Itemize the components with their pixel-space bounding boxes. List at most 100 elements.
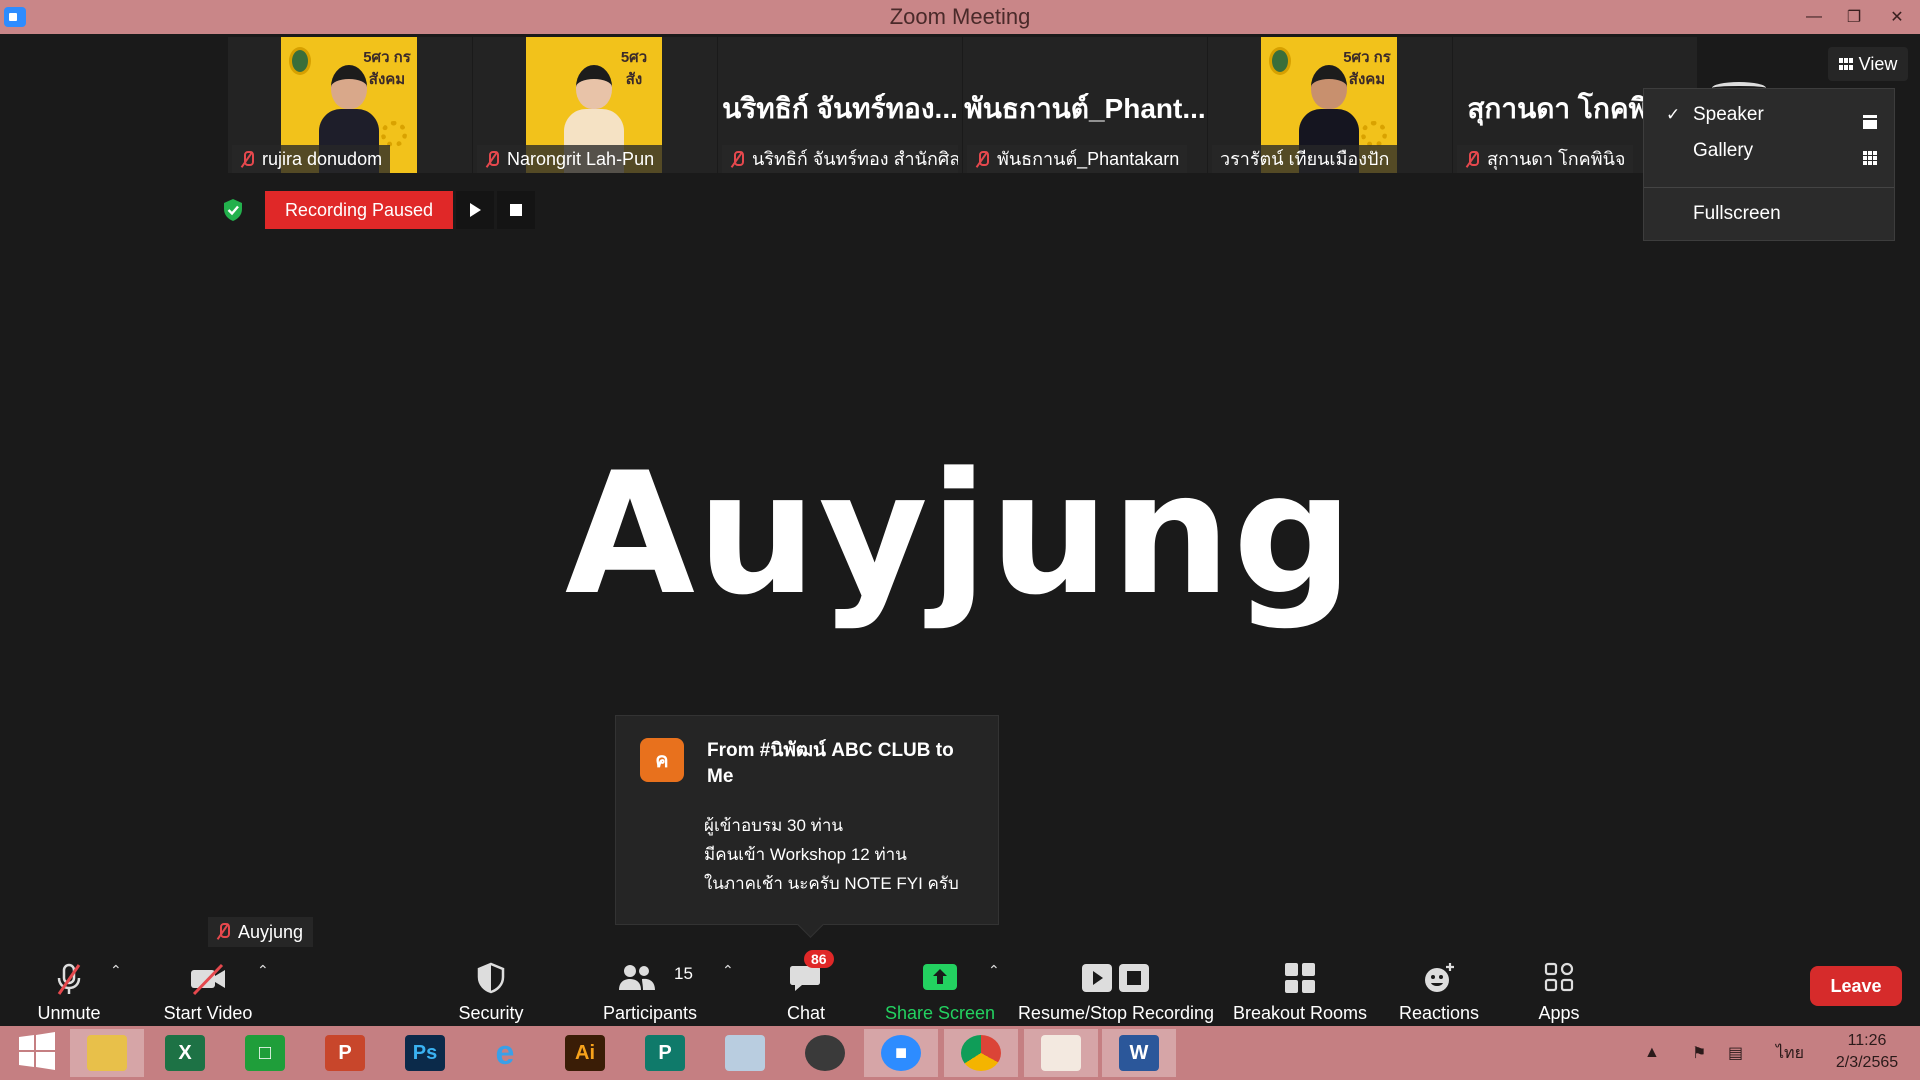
taskbar-zoom[interactable]: ■ <box>864 1029 938 1077</box>
participant-thumbnails: 5ศว กร สังคม rujira donudom 5ศว สัง Naro… <box>228 37 1698 173</box>
zoom-icon: ■ <box>881 1035 921 1071</box>
taskbar-publisher[interactable]: P <box>628 1029 702 1077</box>
leave-button[interactable]: Leave <box>1810 966 1902 1006</box>
participant-name-label: นริทธิก์ จันทร์ทอง สำนักศิล... <box>722 145 958 173</box>
mic-muted-icon <box>730 151 744 167</box>
chat-message-line: ผู้เข้าอบรม 30 ท่าน <box>704 816 844 835</box>
share-options-caret[interactable]: ⌃ <box>988 962 1000 979</box>
breakout-rooms-icon <box>1284 962 1316 999</box>
photoshop-icon: Ps <box>405 1035 445 1071</box>
gear-decoration-icon <box>381 121 407 147</box>
action-center-flag-icon[interactable]: ⚑ <box>1692 1026 1706 1080</box>
taskbar-illustrator[interactable]: Ai <box>548 1029 622 1077</box>
share-screen-icon <box>922 962 958 997</box>
taskbar-photoshop[interactable]: Ps <box>388 1029 462 1077</box>
stop-icon <box>510 204 522 216</box>
participant-tile[interactable]: 5ศว กร สังคม วรารัตน์ เทียนเมืองปัก <box>1208 37 1452 173</box>
resume-stop-recording-button[interactable]: Resume/Stop Recording <box>1016 954 1216 1026</box>
grid-icon <box>1838 58 1853 70</box>
participant-tile[interactable]: นริทธิก์ จันทร์ทอง... นริทธิก์ จันทร์ทอง… <box>718 37 962 173</box>
mic-muted-icon <box>240 151 254 167</box>
notes-icon <box>725 1035 765 1071</box>
taskbar-presentation[interactable] <box>1024 1029 1098 1077</box>
store-icon: □ <box>245 1035 285 1071</box>
network-icon[interactable]: ▤ <box>1728 1026 1743 1080</box>
security-button[interactable]: Security <box>444 954 538 1026</box>
word-icon: W <box>1119 1035 1159 1071</box>
participants-icon <box>617 962 657 999</box>
taskbar-file-explorer[interactable] <box>70 1029 144 1077</box>
chat-button[interactable]: 86 Chat <box>772 950 840 1026</box>
menu-item-gallery[interactable]: Gallery <box>1644 133 1894 169</box>
menu-item-speaker[interactable]: ✓ Speaker <box>1644 97 1894 133</box>
folder-icon <box>87 1035 127 1071</box>
share-screen-button[interactable]: Share Screen <box>882 954 998 1026</box>
view-menu: ✓ Speaker Gallery Fullscreen <box>1643 88 1895 241</box>
taskbar-chrome[interactable] <box>944 1029 1018 1077</box>
chat-notification[interactable]: ค From #นิพัฒน์ ABC CLUB to Me ผู้เข้าอบ… <box>615 715 999 925</box>
stop-recording-button[interactable] <box>497 191 535 229</box>
close-icon[interactable]: ✕ <box>1874 0 1920 34</box>
window-title: Zoom Meeting <box>889 4 1031 29</box>
chrome-icon <box>961 1035 1001 1071</box>
zoom-app-icon <box>4 7 26 27</box>
participant-tile[interactable]: พันธกานต์_Phant... พันธกานต์_Phantakarn <box>963 37 1207 173</box>
chat-sender: From #นิพัฒน์ ABC CLUB to Me <box>707 740 954 787</box>
taskbar-clock[interactable]: 11:26 2/3/2565 <box>1820 1030 1914 1074</box>
minimize-icon[interactable]: — <box>1794 0 1834 34</box>
taskbar-internet-explorer[interactable]: e <box>468 1029 542 1077</box>
participant-name-label: Narongrit Lah-Pun <box>477 145 663 173</box>
chat-message-line: มีคนเข้า Workshop 12 ท่าน <box>704 845 907 864</box>
video-options-caret[interactable]: ⌃ <box>257 962 269 979</box>
illustrator-icon: Ai <box>565 1035 605 1071</box>
mic-muted-icon <box>975 151 989 167</box>
restore-icon[interactable]: ❐ <box>1834 0 1874 34</box>
participants-options-caret[interactable]: ⌃ <box>722 962 734 979</box>
shield-icon <box>476 962 506 999</box>
menu-item-fullscreen[interactable]: Fullscreen <box>1644 196 1894 232</box>
taskbar-photoscape[interactable] <box>788 1029 862 1077</box>
self-name-tag: Auyjung <box>208 917 314 947</box>
window-controls: — ❐ ✕ <box>1794 0 1920 34</box>
show-hidden-icons[interactable]: ▲ <box>1644 1026 1660 1080</box>
recording-bar: Recording Paused <box>218 191 535 229</box>
shield-check-icon <box>218 195 248 225</box>
participant-name-label: สุกานดา โกคพินิจ <box>1457 145 1634 173</box>
slideshow-icon <box>1041 1035 1081 1071</box>
avatar: ค <box>640 738 684 782</box>
reactions-button[interactable]: Reactions <box>1392 954 1486 1026</box>
meeting-stage: 5ศว กร สังคม rujira donudom 5ศว สัง Naro… <box>0 34 1920 954</box>
microphone-muted-icon <box>52 962 86 1001</box>
windows-logo-icon <box>18 1031 56 1075</box>
taskbar-excel[interactable]: X <box>148 1029 222 1077</box>
view-button[interactable]: View <box>1828 47 1908 81</box>
taskbar-powerpoint[interactable]: P <box>308 1029 382 1077</box>
unmute-options-caret[interactable]: ⌃ <box>110 962 122 979</box>
mic-muted-icon <box>485 151 499 167</box>
resume-recording-button[interactable] <box>456 191 494 229</box>
meeting-toolbar: Unmute ⌃ Start Video ⌃ Security 15 Parti… <box>0 950 1920 1026</box>
mic-muted-icon <box>216 923 230 939</box>
chat-message-line: ในภาคเช้า นะครับ NOTE FYI ครับ <box>704 874 959 893</box>
apps-icon <box>1544 962 1574 997</box>
participant-display-name: นริทธิก์ จันทร์ทอง... <box>722 93 958 124</box>
play-icon <box>469 203 481 217</box>
participant-tile[interactable]: 5ศว สัง Narongrit Lah-Pun <box>473 37 717 173</box>
breakout-rooms-button[interactable]: Breakout Rooms <box>1230 954 1370 1026</box>
recording-status: Recording Paused <box>265 191 453 229</box>
taskbar-store[interactable]: □ <box>228 1029 302 1077</box>
taskbar-notes[interactable] <box>708 1029 782 1077</box>
university-seal-icon <box>1269 47 1291 75</box>
apps-button[interactable]: Apps <box>1514 954 1604 1026</box>
participant-name-label: วรารัตน์ เทียนเมืองปัก <box>1212 145 1398 173</box>
windows-taskbar: X □ P Ps e Ai P ■ W ▲ ⚑ ▤ ไทย 11:26 2/3/… <box>0 1026 1920 1080</box>
start-video-button[interactable]: Start Video <box>152 954 264 1026</box>
start-button[interactable] <box>0 1029 74 1077</box>
unmute-button[interactable]: Unmute <box>22 954 116 1026</box>
chevron-up-icon: ▲ <box>1644 1044 1660 1061</box>
participant-tile[interactable]: 5ศว กร สังคม rujira donudom <box>228 37 472 173</box>
participants-button[interactable]: 15 Participants <box>594 954 706 1026</box>
taskbar-word[interactable]: W <box>1102 1029 1176 1077</box>
language-indicator[interactable]: ไทย <box>1776 1026 1804 1080</box>
active-speaker-name: Auyjung <box>564 436 1356 632</box>
